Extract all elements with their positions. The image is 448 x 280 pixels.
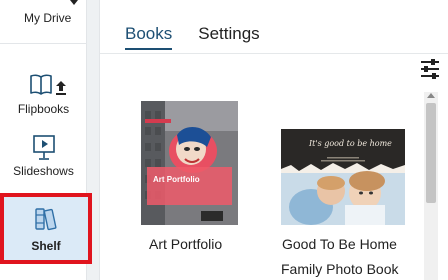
tab-settings[interactable]: Settings xyxy=(198,24,259,50)
book-title: Good To Be Home xyxy=(282,236,397,252)
caret-down-icon xyxy=(70,0,78,5)
divider xyxy=(0,43,87,44)
book-cover-image[interactable]: Art Portfolio xyxy=(141,101,238,225)
sidebar-item-slideshows[interactable]: Slideshows xyxy=(0,130,87,182)
scroll-up-arrow-icon[interactable] xyxy=(427,93,435,98)
sidebar-item-label: My Drive xyxy=(24,11,72,25)
book-subtitle: Family Photo Book xyxy=(281,261,399,277)
tab-bar: Books Settings xyxy=(125,24,260,50)
book-upload-icon xyxy=(29,74,66,95)
tab-books[interactable]: Books xyxy=(125,24,173,50)
book-title: Art Portfolio xyxy=(149,236,223,252)
cover-title-text: It's good to be home xyxy=(309,139,392,148)
filter-button[interactable] xyxy=(420,58,440,80)
divider xyxy=(100,53,448,54)
art-portfolio-cover-image xyxy=(141,101,238,225)
sidebar-item-shelf[interactable]: Shelf xyxy=(0,193,92,264)
sliders-icon xyxy=(421,59,439,79)
sidebar-item-label: Slideshows xyxy=(13,164,74,178)
book-cover-image[interactable]: It's good to be home xyxy=(281,129,405,225)
sidebar: My Drive Flipbooks Slideshows Shelf xyxy=(0,0,92,280)
sidebar-item-label: Shelf xyxy=(31,238,61,253)
books-shelf-icon xyxy=(35,207,57,230)
sidebar-item-flipbooks[interactable]: Flipbooks xyxy=(0,68,87,120)
cover-title-text: Art Portfolio xyxy=(153,175,200,184)
scrollbar-thumb[interactable] xyxy=(426,103,436,203)
sidebar-item-label: Flipbooks xyxy=(17,102,70,116)
presentation-icon xyxy=(32,135,55,160)
sidebar-item-my-drive[interactable]: My Drive xyxy=(0,0,87,43)
active-selection: Shelf xyxy=(0,193,92,264)
main-panel: Books Settings Art Portfolio Art Portfol… xyxy=(99,0,448,280)
